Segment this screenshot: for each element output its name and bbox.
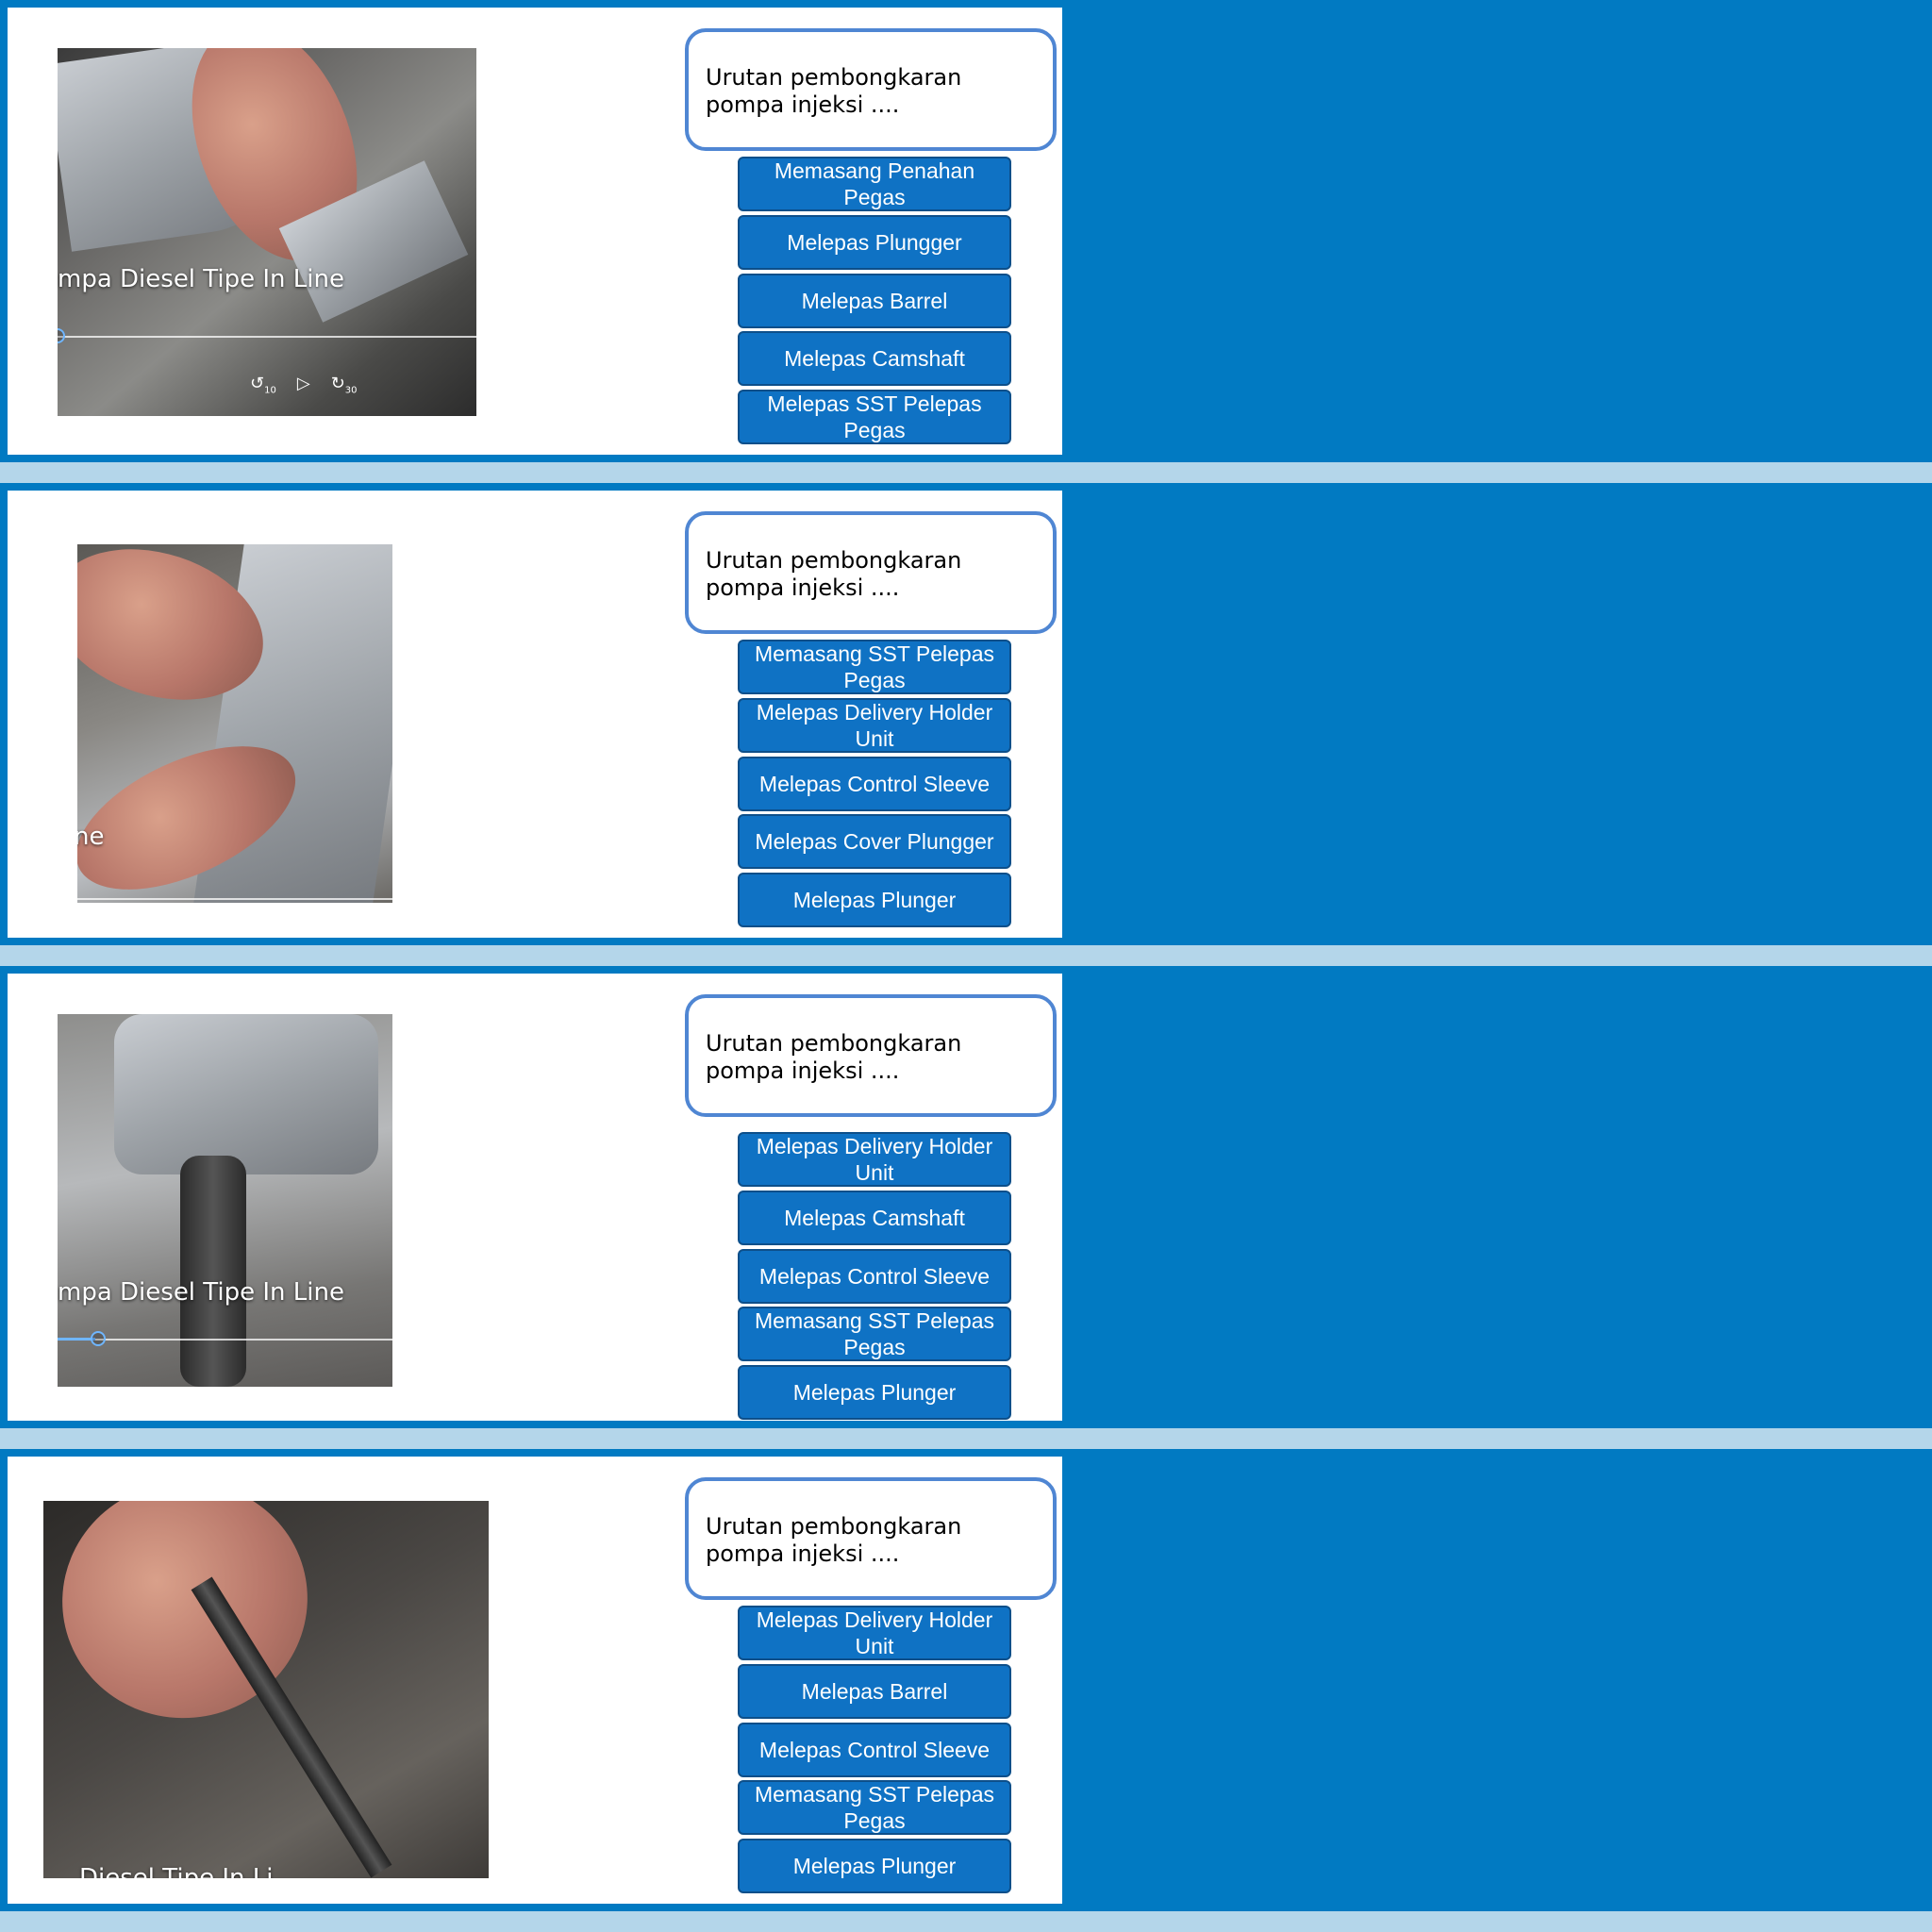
option-button[interactable]: Memasang Penahan Pegas <box>738 157 1011 211</box>
video-player[interactable]: ne <box>77 544 392 903</box>
video-overlay-title: ne <box>77 823 105 851</box>
option-button[interactable]: Melepas Plunger <box>738 1365 1011 1420</box>
play-icon[interactable]: ▷ <box>297 374 310 396</box>
option-button[interactable]: Melepas Delivery Holder Unit <box>738 1132 1011 1187</box>
question-text: Urutan pembongkaran pompa injeksi .... <box>706 547 962 601</box>
video-frame-camshaft <box>180 1156 246 1387</box>
question-box: Urutan pembongkaran pompa injeksi .... <box>685 28 1057 151</box>
video-progress-bar[interactable] <box>58 336 476 338</box>
video-player[interactable]: mpa Diesel Tipe In Line ↺10 ▷ ↻30 <box>58 48 476 416</box>
video-player[interactable]: mpa Diesel Tipe In Line <box>58 1014 392 1387</box>
question-text: Urutan pembongkaran pompa injeksi .... <box>706 1030 962 1084</box>
option-button[interactable]: Melepas Plunger <box>738 873 1011 927</box>
slide-card: mpa Diesel Tipe In Line ↺10 ▷ ↻30 Urutan… <box>8 8 1062 455</box>
video-progress-bar[interactable] <box>58 1339 392 1341</box>
option-button[interactable]: Melepas Control Sleeve <box>738 757 1011 811</box>
option-button[interactable]: Melepas Delivery Holder Unit <box>738 698 1011 753</box>
forward-30-icon[interactable]: ↻30 <box>331 374 358 396</box>
video-overlay-title: Diesel Tipe In Li <box>79 1864 274 1878</box>
question-text: Urutan pembongkaran pompa injeksi .... <box>706 64 962 118</box>
slide-1: mpa Diesel Tipe In Line ↺10 ▷ ↻30 Urutan… <box>0 0 1932 462</box>
question-box: Urutan pembongkaran pompa injeksi .... <box>685 1477 1057 1600</box>
slide-4: Diesel Tipe In Li Urutan pembongkaran po… <box>0 1449 1932 1911</box>
option-button[interactable]: Memasang SST Pelepas Pegas <box>738 1307 1011 1361</box>
option-button[interactable]: Melepas Barrel <box>738 274 1011 328</box>
option-button[interactable]: Memasang SST Pelepas Pegas <box>738 640 1011 694</box>
video-overlay-title: mpa Diesel Tipe In Line <box>58 1278 344 1307</box>
video-progress-knob[interactable] <box>91 1331 106 1346</box>
video-progress-knob[interactable] <box>58 328 65 343</box>
question-box: Urutan pembongkaran pompa injeksi .... <box>685 994 1057 1117</box>
slide-3: mpa Diesel Tipe In Line Urutan pembongka… <box>0 966 1932 1428</box>
video-overlay-title: mpa Diesel Tipe In Line <box>58 265 344 293</box>
slide-card: mpa Diesel Tipe In Line Urutan pembongka… <box>8 974 1062 1421</box>
slide-2: ne Urutan pembongkaran pompa injeksi ...… <box>0 483 1932 945</box>
option-button[interactable]: Melepas Control Sleeve <box>738 1249 1011 1304</box>
option-button[interactable]: Melepas Plungger <box>738 215 1011 270</box>
video-player[interactable]: Diesel Tipe In Li <box>43 1501 489 1878</box>
video-progress-bar[interactable] <box>77 898 392 900</box>
option-button[interactable]: Melepas Camshaft <box>738 1191 1011 1245</box>
rewind-10-icon[interactable]: ↺10 <box>250 374 276 396</box>
question-text: Urutan pembongkaran pompa injeksi .... <box>706 1513 962 1567</box>
option-button[interactable]: Melepas Camshaft <box>738 331 1011 386</box>
option-button[interactable]: Melepas Cover Plungger <box>738 814 1011 869</box>
option-button[interactable]: Melepas Barrel <box>738 1664 1011 1719</box>
question-box: Urutan pembongkaran pompa injeksi .... <box>685 511 1057 634</box>
video-frame-part <box>114 1014 378 1174</box>
video-progress-fill <box>58 1338 95 1341</box>
video-controls: ↺10 ▷ ↻30 <box>250 374 358 396</box>
option-button[interactable]: Melepas SST Pelepas Pegas <box>738 390 1011 444</box>
option-button[interactable]: Melepas Delivery Holder Unit <box>738 1606 1011 1660</box>
slide-card: Diesel Tipe In Li Urutan pembongkaran po… <box>8 1457 1062 1904</box>
option-button[interactable]: Melepas Control Sleeve <box>738 1723 1011 1777</box>
slide-card: ne Urutan pembongkaran pompa injeksi ...… <box>8 491 1062 938</box>
option-button[interactable]: Memasang SST Pelepas Pegas <box>738 1780 1011 1835</box>
option-button[interactable]: Melepas Plunger <box>738 1839 1011 1893</box>
